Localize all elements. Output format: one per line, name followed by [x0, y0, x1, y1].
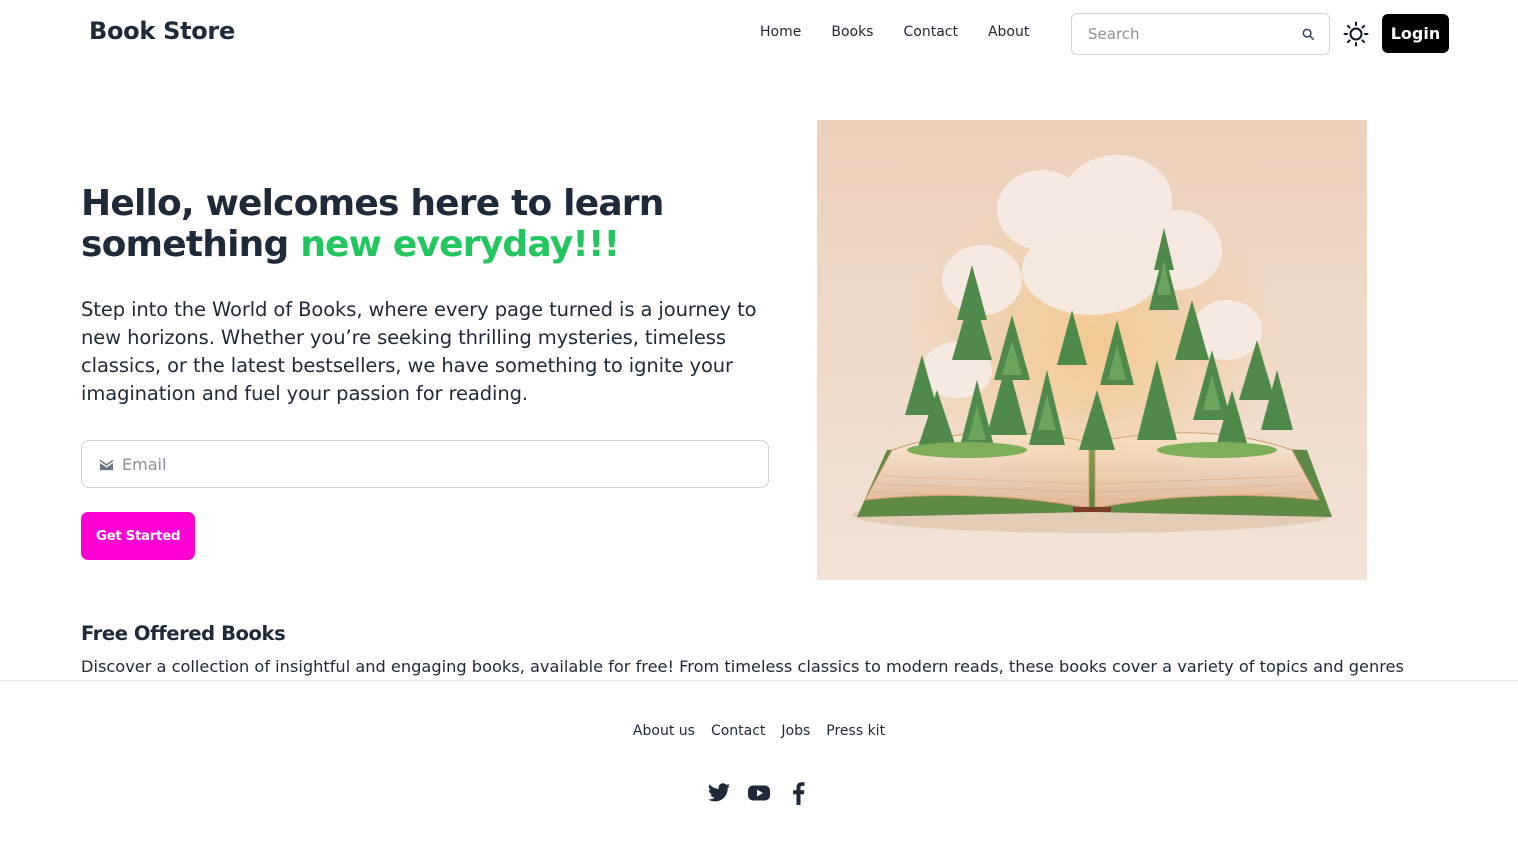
facebook-icon[interactable]	[787, 781, 811, 805]
sun-icon[interactable]	[1343, 21, 1369, 47]
email-field	[81, 440, 769, 488]
brand-logo[interactable]: Book Store	[89, 17, 235, 45]
nav-about[interactable]: About	[973, 24, 1044, 40]
hero-description: Step into the World of Books, where ever…	[81, 298, 757, 405]
footer-link-jobs[interactable]: Jobs	[773, 723, 818, 739]
navbar: Book Store Home Books Contact About Logi…	[0, 0, 1518, 68]
search-input[interactable]	[1072, 14, 1282, 54]
free-books-description: Discover a collection of insightful and …	[81, 657, 1404, 676]
footer-nav: About us Contact Jobs Press kit	[0, 723, 1518, 739]
twitter-icon[interactable]	[707, 781, 731, 805]
footer-link-about-us[interactable]: About us	[625, 723, 703, 739]
open-book-forest-illustration	[817, 120, 1367, 580]
social-links	[0, 781, 1518, 805]
mail-icon	[99, 459, 114, 471]
nav-books[interactable]: Books	[816, 24, 888, 40]
login-button[interactable]: Login	[1382, 14, 1449, 53]
youtube-icon[interactable]	[747, 781, 771, 805]
get-started-button[interactable]: Get Started	[81, 512, 195, 560]
footer-link-contact[interactable]: Contact	[703, 723, 773, 739]
search-icon[interactable]	[1301, 27, 1315, 41]
footer-link-press-kit[interactable]: Press kit	[818, 723, 893, 739]
main-nav: Home Books Contact About	[745, 24, 1044, 40]
nav-home[interactable]: Home	[745, 24, 816, 40]
free-books-title: Free Offered Books	[81, 622, 286, 645]
hero-title: Hello, welcomes here to learn something …	[81, 183, 781, 265]
email-input[interactable]	[122, 441, 742, 487]
footer: About us Contact Jobs Press kit	[0, 680, 1518, 841]
nav-contact[interactable]: Contact	[888, 24, 972, 40]
hero-image	[817, 120, 1367, 580]
search-box	[1071, 13, 1330, 55]
hero-title-highlight: new everyday!!!	[300, 224, 620, 265]
